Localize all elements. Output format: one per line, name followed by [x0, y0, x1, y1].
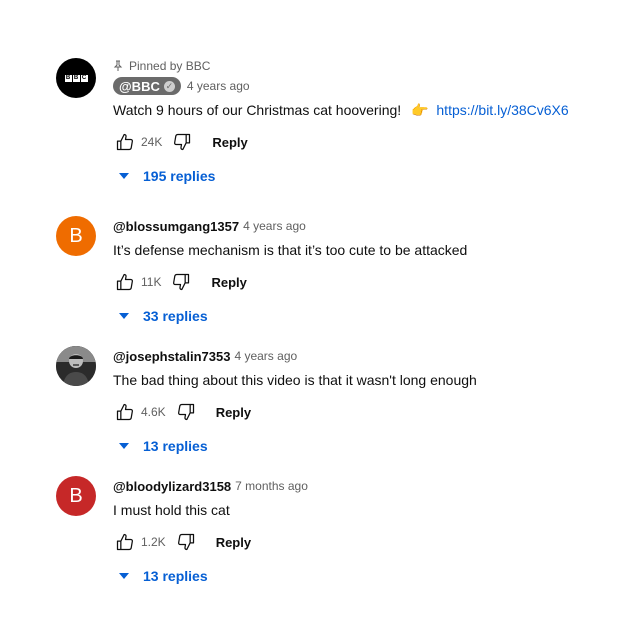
comment-text: The bad thing about this video is that i…: [113, 372, 477, 388]
bbc-logo-icon: BBC: [64, 74, 88, 82]
comment-link[interactable]: https://bit.ly/38Cv6X6: [436, 102, 568, 118]
replies-label[interactable]: 33 replies: [143, 308, 208, 324]
dislike-button[interactable]: [174, 530, 198, 554]
like-button[interactable]: [113, 400, 137, 424]
comment-time[interactable]: 4 years ago: [187, 79, 250, 93]
avatar-letter: B: [69, 485, 83, 507]
avatar[interactable]: [56, 346, 96, 386]
view-replies-button[interactable]: 33 replies: [113, 306, 613, 326]
pin-icon: [113, 60, 123, 71]
comment-header: @bloodylizard3158 7 months ago: [113, 476, 613, 496]
dislike-button[interactable]: [170, 130, 194, 154]
comment-content: Pinned by BBC @BBC ✓ 4 years ago Watch 9…: [113, 58, 613, 186]
author-name[interactable]: @bloodylizard3158: [113, 479, 231, 494]
thumbs-up-icon: [116, 273, 133, 291]
pinned-label: Pinned by BBC: [113, 58, 613, 74]
thumbs-down-icon: [177, 403, 194, 421]
comment-header: @blossumgang1357 4 years ago: [113, 216, 613, 236]
replies-label[interactable]: 13 replies: [143, 568, 208, 584]
thumbs-up-icon: [116, 133, 133, 151]
action-toolbar: 24K Reply: [113, 126, 613, 158]
author-name[interactable]: @BBC: [119, 79, 160, 94]
like-count: 4.6K: [141, 405, 166, 419]
avatar[interactable]: B: [56, 476, 96, 516]
comment-time[interactable]: 4 years ago: [234, 349, 297, 363]
pinned-text: Pinned by BBC: [129, 59, 211, 73]
thumbs-down-icon: [173, 273, 190, 291]
comment-text: It’s defense mechanism is that it’s too …: [113, 242, 468, 258]
comment-content: @bloodylizard3158 7 months ago I must ho…: [113, 476, 613, 586]
replies-label[interactable]: 195 replies: [143, 168, 215, 184]
author-chip[interactable]: @BBC ✓: [113, 77, 181, 95]
view-replies-button[interactable]: 13 replies: [113, 436, 613, 456]
comment-content: @blossumgang1357 4 years ago It’s defens…: [113, 216, 613, 326]
replies-label[interactable]: 13 replies: [143, 438, 208, 454]
comment-time[interactable]: 7 months ago: [235, 479, 308, 493]
comment-header: @josephstalin7353 4 years ago: [113, 346, 613, 366]
avatar[interactable]: B: [56, 216, 96, 256]
thumbs-up-icon: [116, 403, 133, 421]
comment-body: Watch 9 hours of our Christmas cat hoove…: [113, 102, 402, 118]
author-name[interactable]: @josephstalin7353: [113, 349, 230, 364]
thumbs-down-icon: [174, 133, 191, 151]
author-name[interactable]: @blossumgang1357: [113, 219, 239, 234]
dislike-button[interactable]: [174, 400, 198, 424]
view-replies-button[interactable]: 13 replies: [113, 566, 613, 586]
avatar[interactable]: BBC: [56, 58, 96, 98]
avatar-letter: B: [69, 225, 83, 247]
pointing-hand-emoji: 👉: [411, 102, 429, 118]
thumbs-down-icon: [177, 533, 194, 551]
chevron-down-icon: [119, 443, 129, 449]
comment-text: I must hold this cat: [113, 502, 230, 518]
action-toolbar: 1.2K Reply: [113, 526, 613, 558]
reply-button[interactable]: Reply: [211, 275, 246, 290]
chevron-down-icon: [119, 173, 129, 179]
like-count: 24K: [141, 135, 163, 149]
thumbs-up-icon: [116, 533, 133, 551]
chevron-down-icon: [119, 573, 129, 579]
comment-content: @josephstalin7353 4 years ago The bad th…: [113, 346, 613, 456]
reply-button[interactable]: Reply: [216, 535, 251, 550]
like-button[interactable]: [113, 130, 137, 154]
view-replies-button[interactable]: 195 replies: [113, 166, 613, 186]
chevron-down-icon: [119, 313, 129, 319]
user-photo-icon: [56, 346, 96, 386]
action-toolbar: 4.6K Reply: [113, 396, 613, 428]
verified-icon: ✓: [163, 80, 175, 92]
like-count: 11K: [141, 275, 162, 289]
comment-time[interactable]: 4 years ago: [243, 219, 306, 233]
action-toolbar: 11K Reply: [113, 266, 613, 298]
like-button[interactable]: [113, 530, 137, 554]
comment-text: Watch 9 hours of our Christmas cat hoove…: [113, 100, 613, 120]
comment-header: @BBC ✓ 4 years ago: [113, 76, 613, 96]
reply-button[interactable]: Reply: [216, 405, 251, 420]
reply-button[interactable]: Reply: [212, 135, 247, 150]
dislike-button[interactable]: [169, 270, 193, 294]
like-button[interactable]: [113, 270, 137, 294]
like-count: 1.2K: [141, 535, 166, 549]
